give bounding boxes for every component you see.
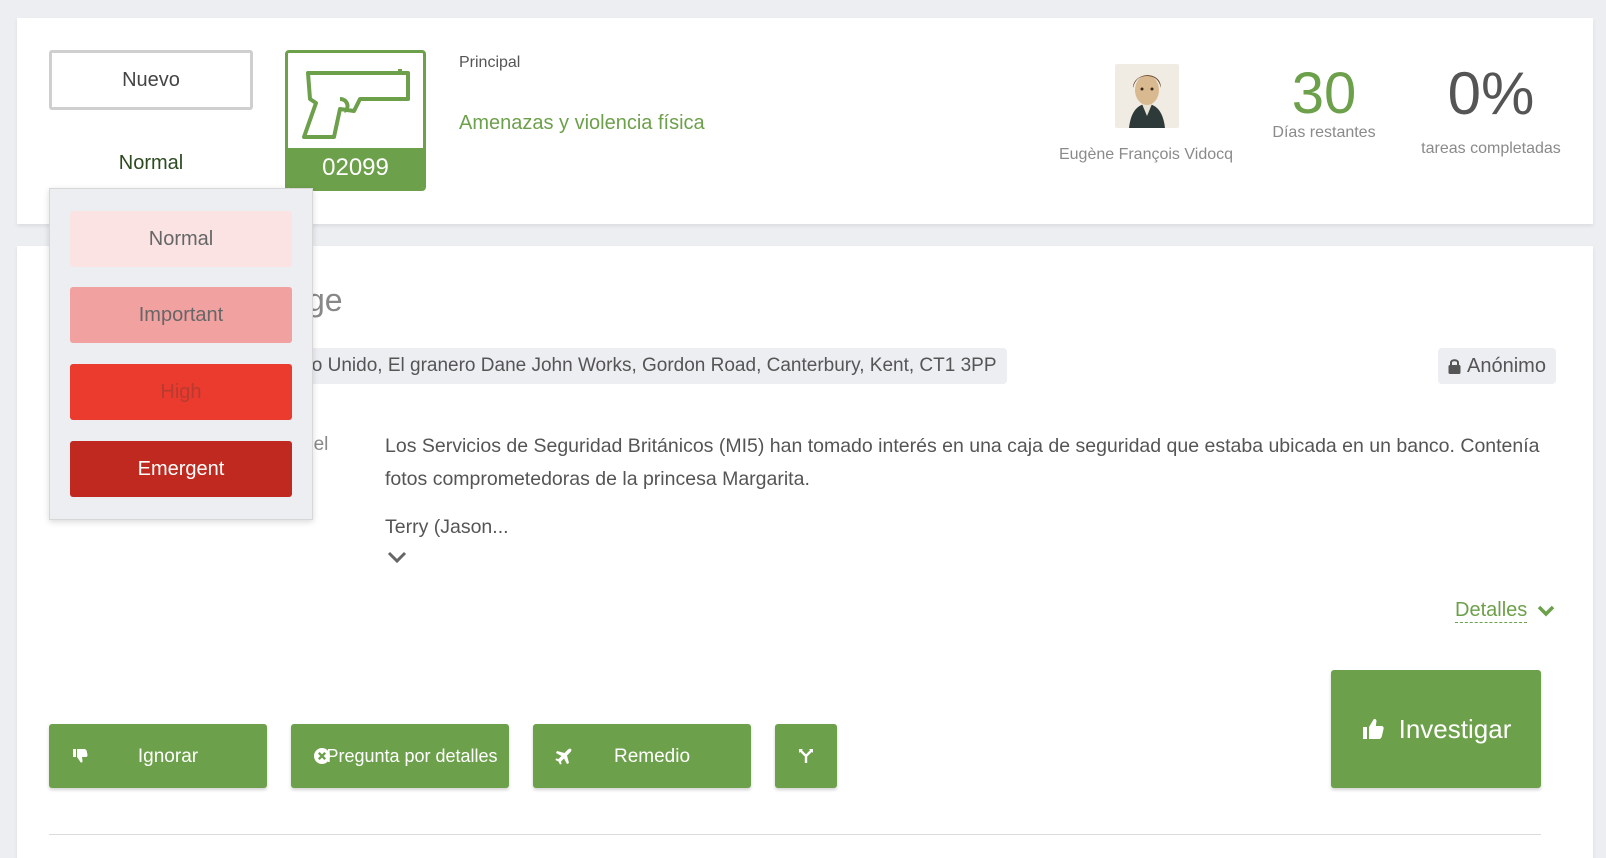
case-number: 02099: [288, 148, 423, 188]
description-text: Los Servicios de Seguridad Británicos (M…: [385, 435, 1540, 490]
lock-icon: [1448, 359, 1461, 374]
details-toggle-link[interactable]: Detalles: [1455, 598, 1555, 623]
case-badge: 02099: [285, 50, 426, 191]
priority-option-high[interactable]: High: [70, 364, 292, 420]
plane-icon: [555, 748, 572, 765]
days-remaining-label: Días restantes: [1272, 124, 1376, 141]
fork-button[interactable]: [775, 724, 837, 788]
priority-dropdown-trigger[interactable]: Normal: [49, 146, 253, 180]
ask-details-button[interactable]: Pregunta por detalles: [291, 724, 509, 788]
fork-icon: [799, 749, 813, 763]
tasks-completed-label: tareas completadas: [1421, 140, 1561, 157]
remedy-button[interactable]: Remedio: [533, 724, 751, 788]
investigate-button-label: Investigar: [1398, 714, 1512, 744]
category-value[interactable]: Amenazas y violencia física: [459, 112, 705, 135]
pistol-icon: [302, 69, 410, 139]
divider: [49, 834, 1541, 835]
avatar: [1115, 64, 1179, 128]
status-box[interactable]: Nuevo: [49, 50, 253, 110]
close-circle-icon: [314, 748, 330, 764]
thumbs-down-icon: [73, 749, 88, 763]
category-label: Principal: [459, 54, 521, 71]
description-more-text: Terry (Jason...: [385, 516, 509, 538]
ignore-button[interactable]: Ignorar: [49, 724, 267, 788]
priority-option-normal[interactable]: Normal: [70, 211, 292, 267]
thumbs-up-icon: [1362, 719, 1384, 739]
tasks-completed-percent: 0%: [1447, 60, 1535, 127]
chevron-down-icon: [1538, 605, 1555, 616]
priority-option-emergent[interactable]: Emergent: [70, 441, 292, 497]
days-remaining-count: 30: [1291, 61, 1357, 126]
chevron-down-icon[interactable]: [387, 550, 407, 564]
investigate-button[interactable]: Investigar: [1331, 670, 1541, 788]
priority-option-important[interactable]: Important: [70, 287, 292, 343]
agent-name: Eugène François Vidocq: [1058, 146, 1234, 163]
anonymous-badge: Anónimo: [1438, 348, 1556, 384]
priority-dropdown-menu: Normal Important High Emergent: [49, 188, 313, 520]
details-link-label: Detalles: [1455, 599, 1528, 623]
